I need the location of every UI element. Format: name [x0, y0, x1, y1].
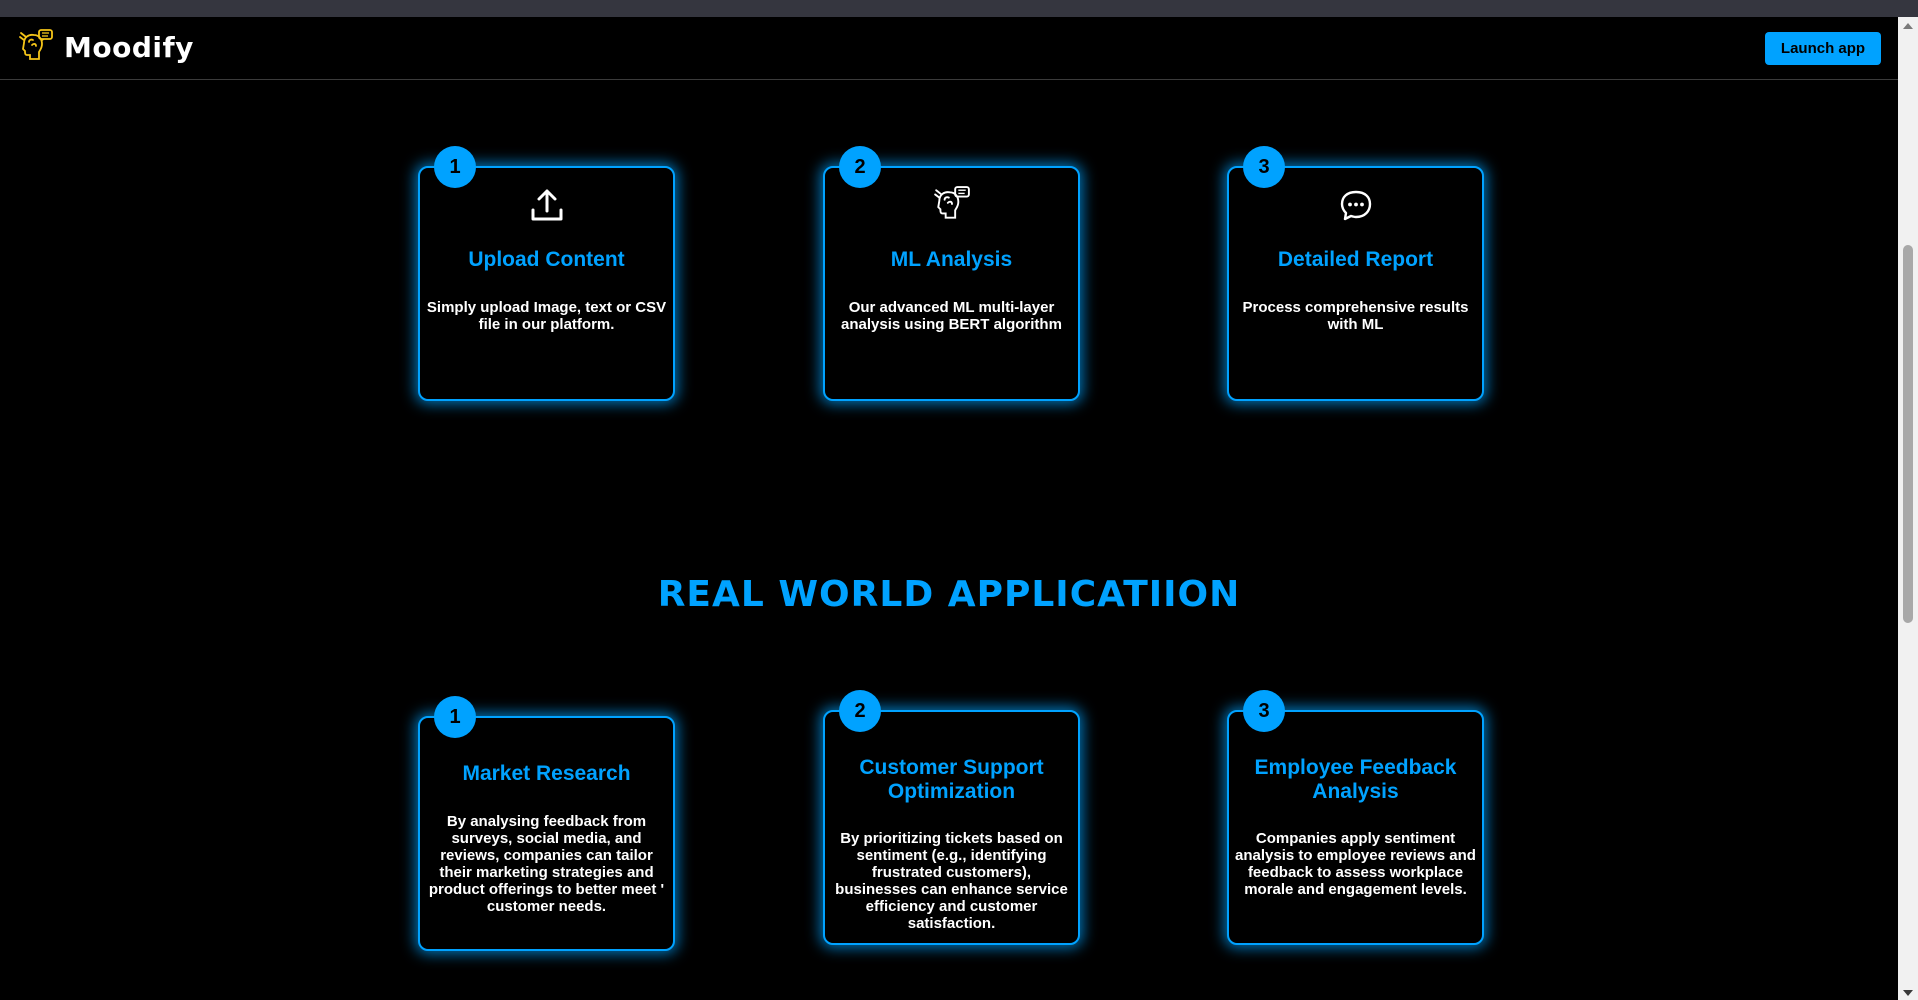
logo-icon: [19, 29, 53, 60]
step-number-badge: 3: [1243, 146, 1285, 188]
step-number-badge: 1: [434, 146, 476, 188]
application-description: By prioritizing tickets based on sentime…: [835, 830, 1068, 932]
application-title: Employee Feedback Analysis: [1254, 756, 1457, 803]
step-description: Simply upload Image, text or CSV file in…: [426, 299, 667, 333]
navbar: Moodify Launch app: [0, 17, 1898, 80]
application-title: Customer Support Optimization: [859, 756, 1044, 803]
brain-chat-icon: [933, 186, 970, 219]
step-title: Upload Content: [468, 248, 625, 271]
upload-icon: [531, 189, 562, 221]
launch-app-button[interactable]: Launch app: [1765, 32, 1881, 65]
step-description: Our advanced ML multi-layer analysis usi…: [841, 299, 1062, 333]
step-description: Process comprehensive results with ML: [1242, 299, 1469, 333]
step-title: Detailed Report: [1277, 248, 1434, 271]
scroll-up-arrow-icon[interactable]: [1903, 23, 1913, 29]
application-number-badge: 1: [434, 696, 476, 738]
application-card-customer-support: 2 Customer Support Optimization By prior…: [823, 690, 1080, 945]
chat-bubble-icon: [1340, 190, 1371, 221]
scroll-down-arrow-icon[interactable]: [1903, 990, 1913, 996]
applications-heading: REAL WORLD APPLICATIION: [657, 574, 1241, 615]
scroll-thumb[interactable]: [1903, 245, 1913, 623]
application-number-badge: 2: [839, 690, 881, 732]
application-card-employee-feedback: 3 Employee Feedback Analysis Companies a…: [1227, 690, 1484, 945]
application-title: Market Research: [462, 762, 631, 785]
step-card-detailed-report: 3 Detailed Report Process comprehensive …: [1227, 146, 1484, 401]
application-number-badge: 3: [1243, 690, 1285, 732]
step-number-badge: 2: [839, 146, 881, 188]
step-card-ml-analysis: 2 ML Analysis Our advanced ML multi-laye…: [823, 146, 1080, 401]
application-description: By analysing feedback from surveys, soci…: [428, 813, 665, 915]
brand-name[interactable]: Moodify: [64, 31, 194, 64]
step-card-upload: 1 Upload Content Simply upload Image, te…: [418, 146, 675, 401]
page-scrollbar[interactable]: [1898, 17, 1918, 1000]
step-title: ML Analysis: [890, 248, 1013, 271]
browser-chrome-strip: [0, 0, 1918, 17]
application-description: Companies apply sentiment analysis to em…: [1235, 830, 1476, 898]
application-card-market-research: 1 Market Research By analysing feedback …: [418, 696, 675, 951]
